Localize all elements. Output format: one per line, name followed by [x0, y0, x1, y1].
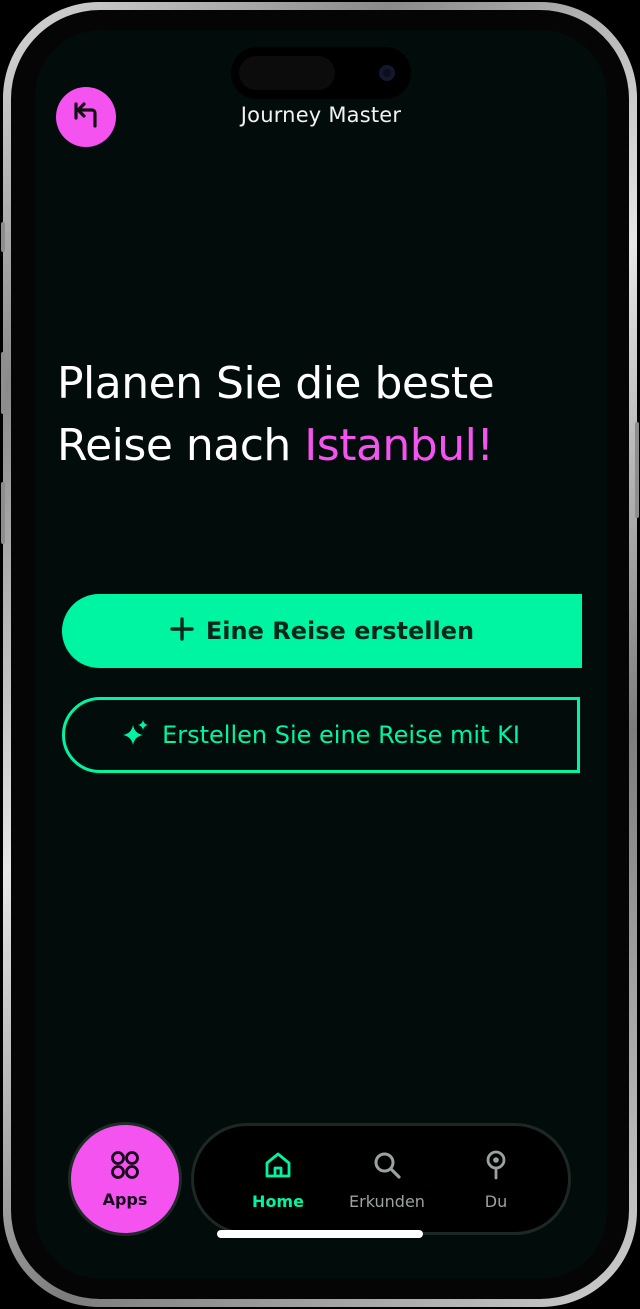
create-trip-button[interactable]: Eine Reise erstellen — [62, 594, 582, 668]
app-screen: Journey Master Planen Sie die beste Reis… — [35, 30, 607, 1279]
power-button — [635, 422, 639, 518]
hero-line-2: Reise nach Istanbul! — [57, 415, 587, 477]
tab-explore[interactable]: Erkunden — [337, 1150, 437, 1211]
home-indicator — [217, 1230, 423, 1238]
apps-grid-icon — [110, 1150, 140, 1184]
back-button[interactable] — [56, 87, 116, 147]
volume-down-button — [1, 482, 5, 544]
app-title: Journey Master — [240, 103, 402, 127]
location-pin-icon — [481, 1150, 511, 1184]
tab-home-label: Home — [252, 1192, 304, 1211]
bottom-tab-bar: Home Erkunden Du — [191, 1123, 571, 1235]
dynamic-island — [231, 47, 411, 99]
mute-switch — [1, 222, 5, 252]
home-icon — [263, 1150, 293, 1184]
create-trip-ai-button[interactable]: Erstellen Sie eine Reise mit KI — [62, 697, 580, 773]
hero-line-1: Planen Sie die beste — [57, 358, 495, 409]
hero-line-2-prefix: Reise nach — [57, 420, 305, 471]
tab-home[interactable]: Home — [228, 1150, 328, 1211]
island-sensor — [239, 56, 335, 90]
create-trip-ai-label: Erstellen Sie eine Reise mit KI — [162, 721, 520, 749]
front-camera — [379, 65, 395, 81]
hero-destination: Istanbul! — [304, 420, 494, 471]
tab-you[interactable]: Du — [446, 1150, 546, 1211]
plus-icon — [170, 617, 194, 645]
back-arrow-icon — [71, 100, 101, 134]
create-trip-label: Eine Reise erstellen — [205, 617, 475, 645]
tab-explore-label: Erkunden — [349, 1192, 425, 1211]
search-icon — [372, 1150, 402, 1184]
apps-label: Apps — [102, 1189, 148, 1209]
sparkle-icon — [122, 719, 150, 751]
apps-button[interactable]: Apps — [68, 1122, 182, 1236]
tab-you-label: Du — [484, 1192, 508, 1211]
volume-up-button — [1, 352, 5, 414]
hero-headline: Planen Sie die beste Reise nach Istanbul… — [57, 353, 587, 477]
